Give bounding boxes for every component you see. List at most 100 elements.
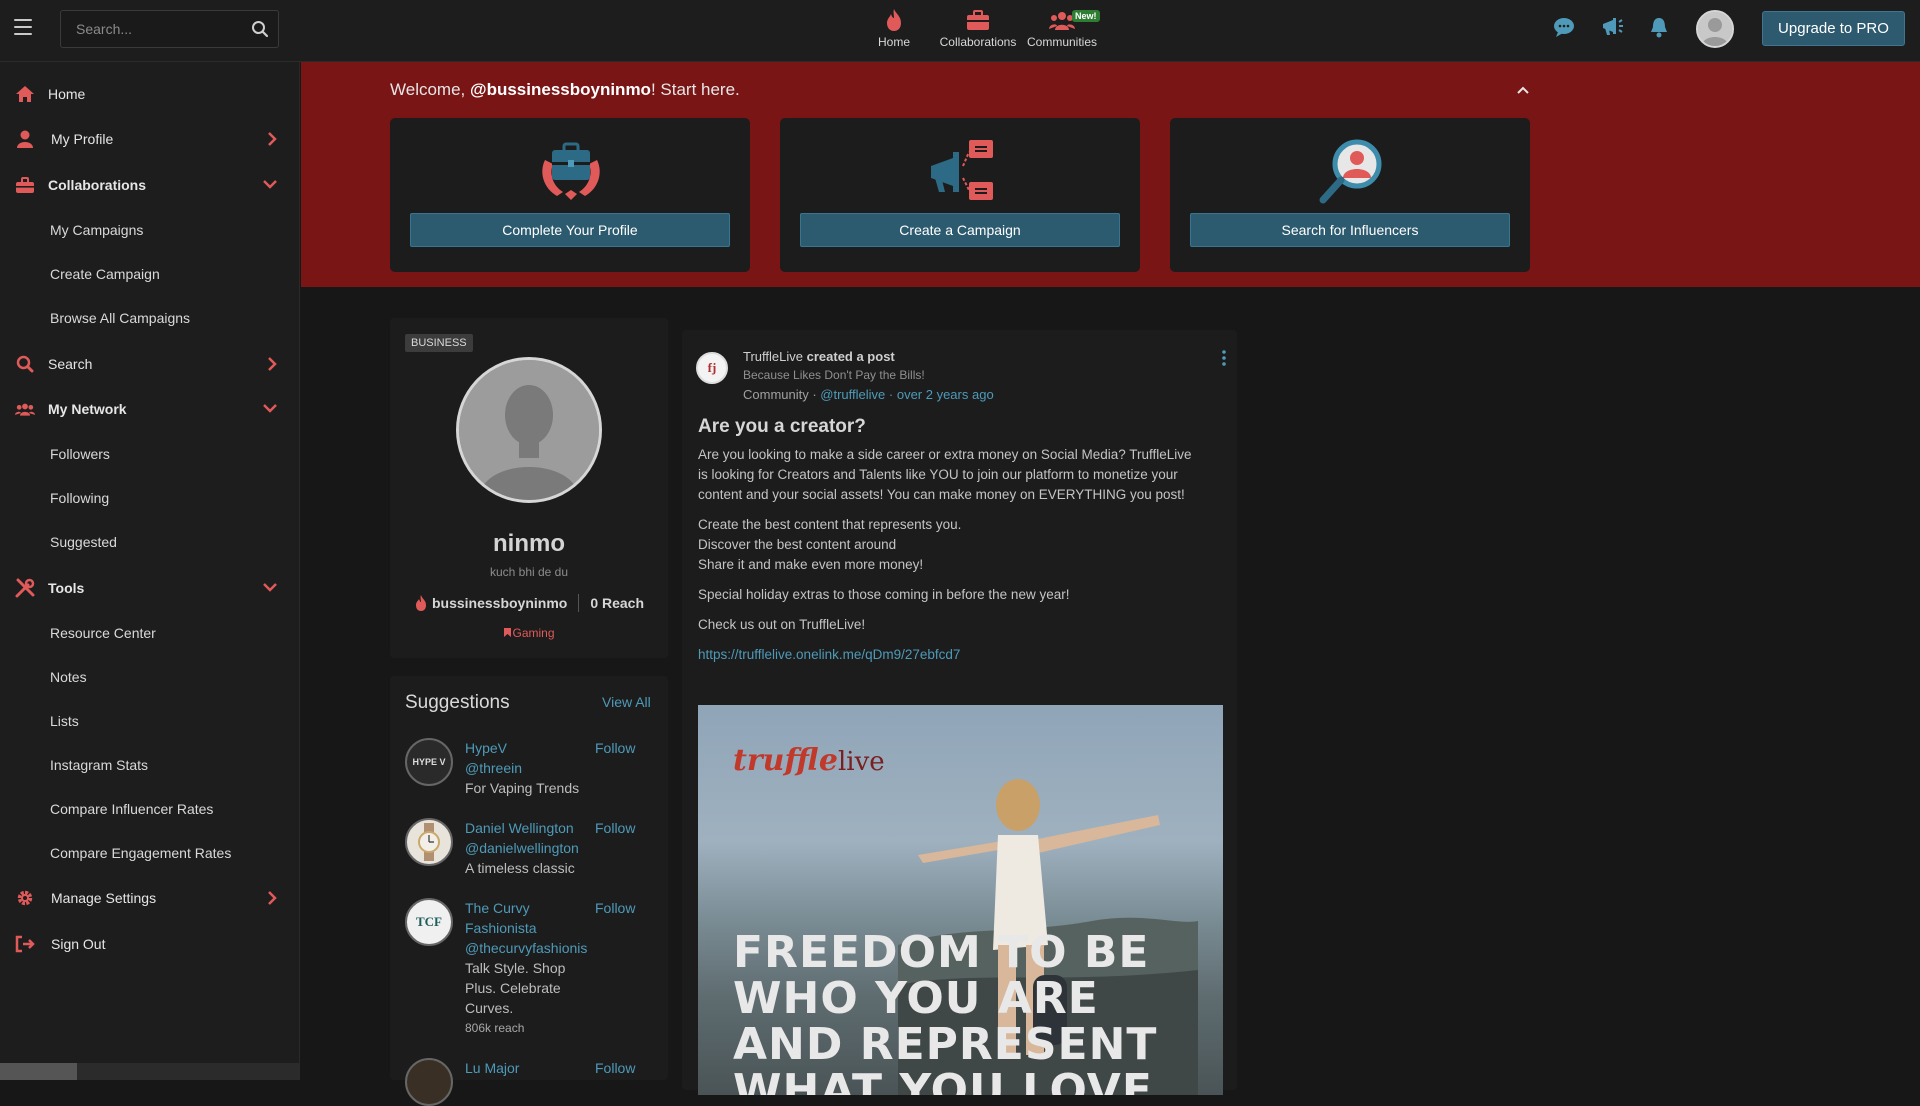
sidebar-subitem-instagram-stats[interactable]: Instagram Stats bbox=[50, 757, 148, 773]
post-link[interactable]: https://trufflelive.onelink.me/qDm9/27eb… bbox=[698, 647, 960, 662]
post-image[interactable]: trufflelive FREEDOM TO BE WHO YOU ARE AN… bbox=[698, 705, 1223, 1095]
sidebar-item-my-profile[interactable]: My Profile bbox=[0, 119, 300, 159]
sidebar-subitem-create-campaign[interactable]: Create Campaign bbox=[50, 266, 160, 282]
sidebar-item-search[interactable]: Search bbox=[0, 344, 300, 384]
search-influencers-button[interactable]: Search for Influencers bbox=[1190, 213, 1510, 247]
sidebar-item-label: Sign Out bbox=[51, 936, 106, 952]
megaphone-icon[interactable] bbox=[1600, 16, 1624, 43]
chevron-down-icon[interactable] bbox=[262, 401, 278, 417]
upgrade-to-pro-button[interactable]: Upgrade to PRO bbox=[1762, 11, 1905, 46]
follow-button[interactable]: Follow bbox=[595, 738, 635, 758]
suggestion-avatar[interactable]: TCF bbox=[405, 898, 453, 946]
megaphone-campaign-icon bbox=[925, 138, 997, 209]
profile-tagline: kuch bhi de du bbox=[489, 565, 569, 579]
follow-button[interactable]: Follow bbox=[595, 818, 635, 838]
image-caption-line: WHO YOU ARE bbox=[733, 973, 1099, 1024]
more-options-icon[interactable] bbox=[1222, 350, 1226, 371]
sidebar-subitem-my-campaigns[interactable]: My Campaigns bbox=[50, 222, 143, 238]
post-author-avatar[interactable]: fj bbox=[696, 352, 728, 384]
suggestion-handle[interactable]: @thecurvyfashionis bbox=[465, 938, 590, 958]
post-action: created a post bbox=[806, 349, 895, 364]
suggestion-avatar[interactable]: HYPE V bbox=[405, 738, 453, 786]
suggestion-handle[interactable]: @threein bbox=[465, 758, 595, 778]
topnav-home[interactable]: Home bbox=[852, 6, 936, 49]
sidebar-item-manage-settings[interactable]: Manage Settings bbox=[0, 878, 300, 918]
complete-profile-button[interactable]: Complete Your Profile bbox=[410, 213, 730, 247]
topnav-home-label: Home bbox=[877, 35, 910, 49]
sidebar-item-home[interactable]: Home bbox=[0, 74, 300, 114]
create-campaign-card: Create a Campaign bbox=[780, 118, 1140, 272]
post-time: · over 2 years ago bbox=[885, 387, 994, 402]
sidebar-item-label: Search bbox=[48, 356, 93, 372]
profile-avatar[interactable] bbox=[456, 357, 602, 503]
hamburger-menu-icon[interactable] bbox=[14, 19, 32, 37]
create-campaign-button[interactable]: Create a Campaign bbox=[800, 213, 1120, 247]
chevron-right-icon[interactable] bbox=[266, 356, 278, 375]
tools-icon bbox=[15, 578, 35, 598]
scrollbar-thumb[interactable] bbox=[0, 1063, 77, 1080]
sidebar-subitem-compare-engagement-rates[interactable]: Compare Engagement Rates bbox=[50, 845, 231, 861]
suggestion-avatar[interactable] bbox=[405, 818, 453, 866]
suggestion-name[interactable]: HypeV bbox=[465, 738, 595, 758]
sidebar-item-tools[interactable]: Tools bbox=[0, 568, 300, 608]
post-paragraph: Are you looking to make a side career or… bbox=[698, 447, 1192, 502]
welcome-suffix: ! Start here. bbox=[650, 80, 740, 99]
image-caption-line: WHAT YOU LOVE bbox=[733, 1065, 1153, 1096]
suggestion-handle[interactable]: @danielwellington bbox=[465, 838, 595, 858]
chevron-right-icon[interactable] bbox=[266, 890, 278, 909]
search-input[interactable] bbox=[61, 11, 241, 47]
suggestion-avatar[interactable] bbox=[405, 1058, 453, 1106]
sidebar-subitem-browse-campaigns[interactable]: Browse All Campaigns bbox=[50, 310, 190, 326]
briefcase-icon bbox=[967, 10, 989, 30]
sidebar-subitem-followers[interactable]: Followers bbox=[50, 446, 110, 462]
suggestion-item: Daniel Wellington @danielwellington A ti… bbox=[405, 818, 655, 888]
topnav-collaborations[interactable]: Collaborations bbox=[936, 6, 1020, 49]
sidebar-subitem-notes[interactable]: Notes bbox=[50, 669, 87, 685]
profile-badge-icon bbox=[535, 138, 607, 209]
sidebar-item-sign-out[interactable]: Sign Out bbox=[0, 924, 300, 964]
chat-icon[interactable] bbox=[1553, 16, 1575, 43]
sidebar-scrollbar[interactable] bbox=[0, 1063, 300, 1080]
sidebar-item-my-network[interactable]: My Network bbox=[0, 389, 300, 429]
stats-divider bbox=[578, 594, 580, 612]
feed-post: fj TruffleLive created a post Because Li… bbox=[682, 330, 1237, 1095]
suggestion-name[interactable]: Daniel Wellington bbox=[465, 818, 595, 838]
bell-icon[interactable] bbox=[1649, 16, 1669, 43]
post-author[interactable]: TruffleLive bbox=[743, 349, 803, 364]
suggestion-desc: For Vaping Trends bbox=[465, 780, 580, 796]
profile-category-label: Gaming bbox=[512, 626, 555, 640]
top-nav: Home Collaborations Communities New! bbox=[852, 6, 1104, 49]
search-influencer-icon bbox=[1315, 138, 1387, 209]
user-avatar[interactable] bbox=[1696, 10, 1734, 48]
chevron-up-icon[interactable] bbox=[1516, 82, 1530, 100]
post-paragraph: Special holiday extras to those coming i… bbox=[698, 587, 1070, 602]
sidebar-item-collaborations[interactable]: Collaborations bbox=[0, 165, 300, 205]
sidebar-subitem-resource-center[interactable]: Resource Center bbox=[50, 625, 156, 641]
follow-button[interactable]: Follow bbox=[595, 1058, 635, 1078]
sidebar-item-label: My Network bbox=[48, 401, 127, 417]
chevron-right-icon[interactable] bbox=[266, 131, 278, 150]
suggestion-name[interactable]: The Curvy Fashionista bbox=[465, 898, 595, 938]
profile-handle[interactable]: bussinessboyninmo bbox=[432, 595, 567, 611]
topnav-communities[interactable]: Communities New! bbox=[1020, 6, 1104, 49]
view-all-link[interactable]: View All bbox=[602, 694, 651, 710]
suggestion-item: HYPE V HypeV @threein For Vaping Trends … bbox=[405, 738, 655, 808]
profile-category[interactable]: Gaming bbox=[390, 626, 668, 640]
sidebar-subitem-following[interactable]: Following bbox=[50, 490, 109, 506]
sidebar-subitem-suggested[interactable]: Suggested bbox=[50, 534, 117, 550]
chevron-down-icon[interactable] bbox=[262, 580, 278, 596]
post-title: Are you a creator? bbox=[698, 416, 866, 437]
profile-stats: bussinessboyninmo 0 Reach bbox=[390, 594, 668, 612]
chevron-down-icon[interactable] bbox=[262, 177, 278, 193]
post-community-line: Community · @trufflelive · over 2 years … bbox=[743, 387, 994, 402]
suggestion-name[interactable]: Lu Major bbox=[465, 1058, 595, 1078]
sidebar-item-label: Home bbox=[48, 86, 86, 102]
search-icon[interactable] bbox=[251, 20, 269, 43]
community-handle[interactable]: @trufflelive bbox=[820, 387, 885, 402]
suggestion-desc: A timeless classic bbox=[465, 860, 575, 876]
follow-button[interactable]: Follow bbox=[595, 898, 635, 918]
top-bar: Home Collaborations Communities New! Upg… bbox=[0, 0, 1920, 62]
suggestion-item: TCF The Curvy Fashionista @thecurvyfashi… bbox=[405, 898, 655, 1038]
sidebar-subitem-compare-influencer-rates[interactable]: Compare Influencer Rates bbox=[50, 801, 213, 817]
sidebar-subitem-lists[interactable]: Lists bbox=[50, 713, 79, 729]
